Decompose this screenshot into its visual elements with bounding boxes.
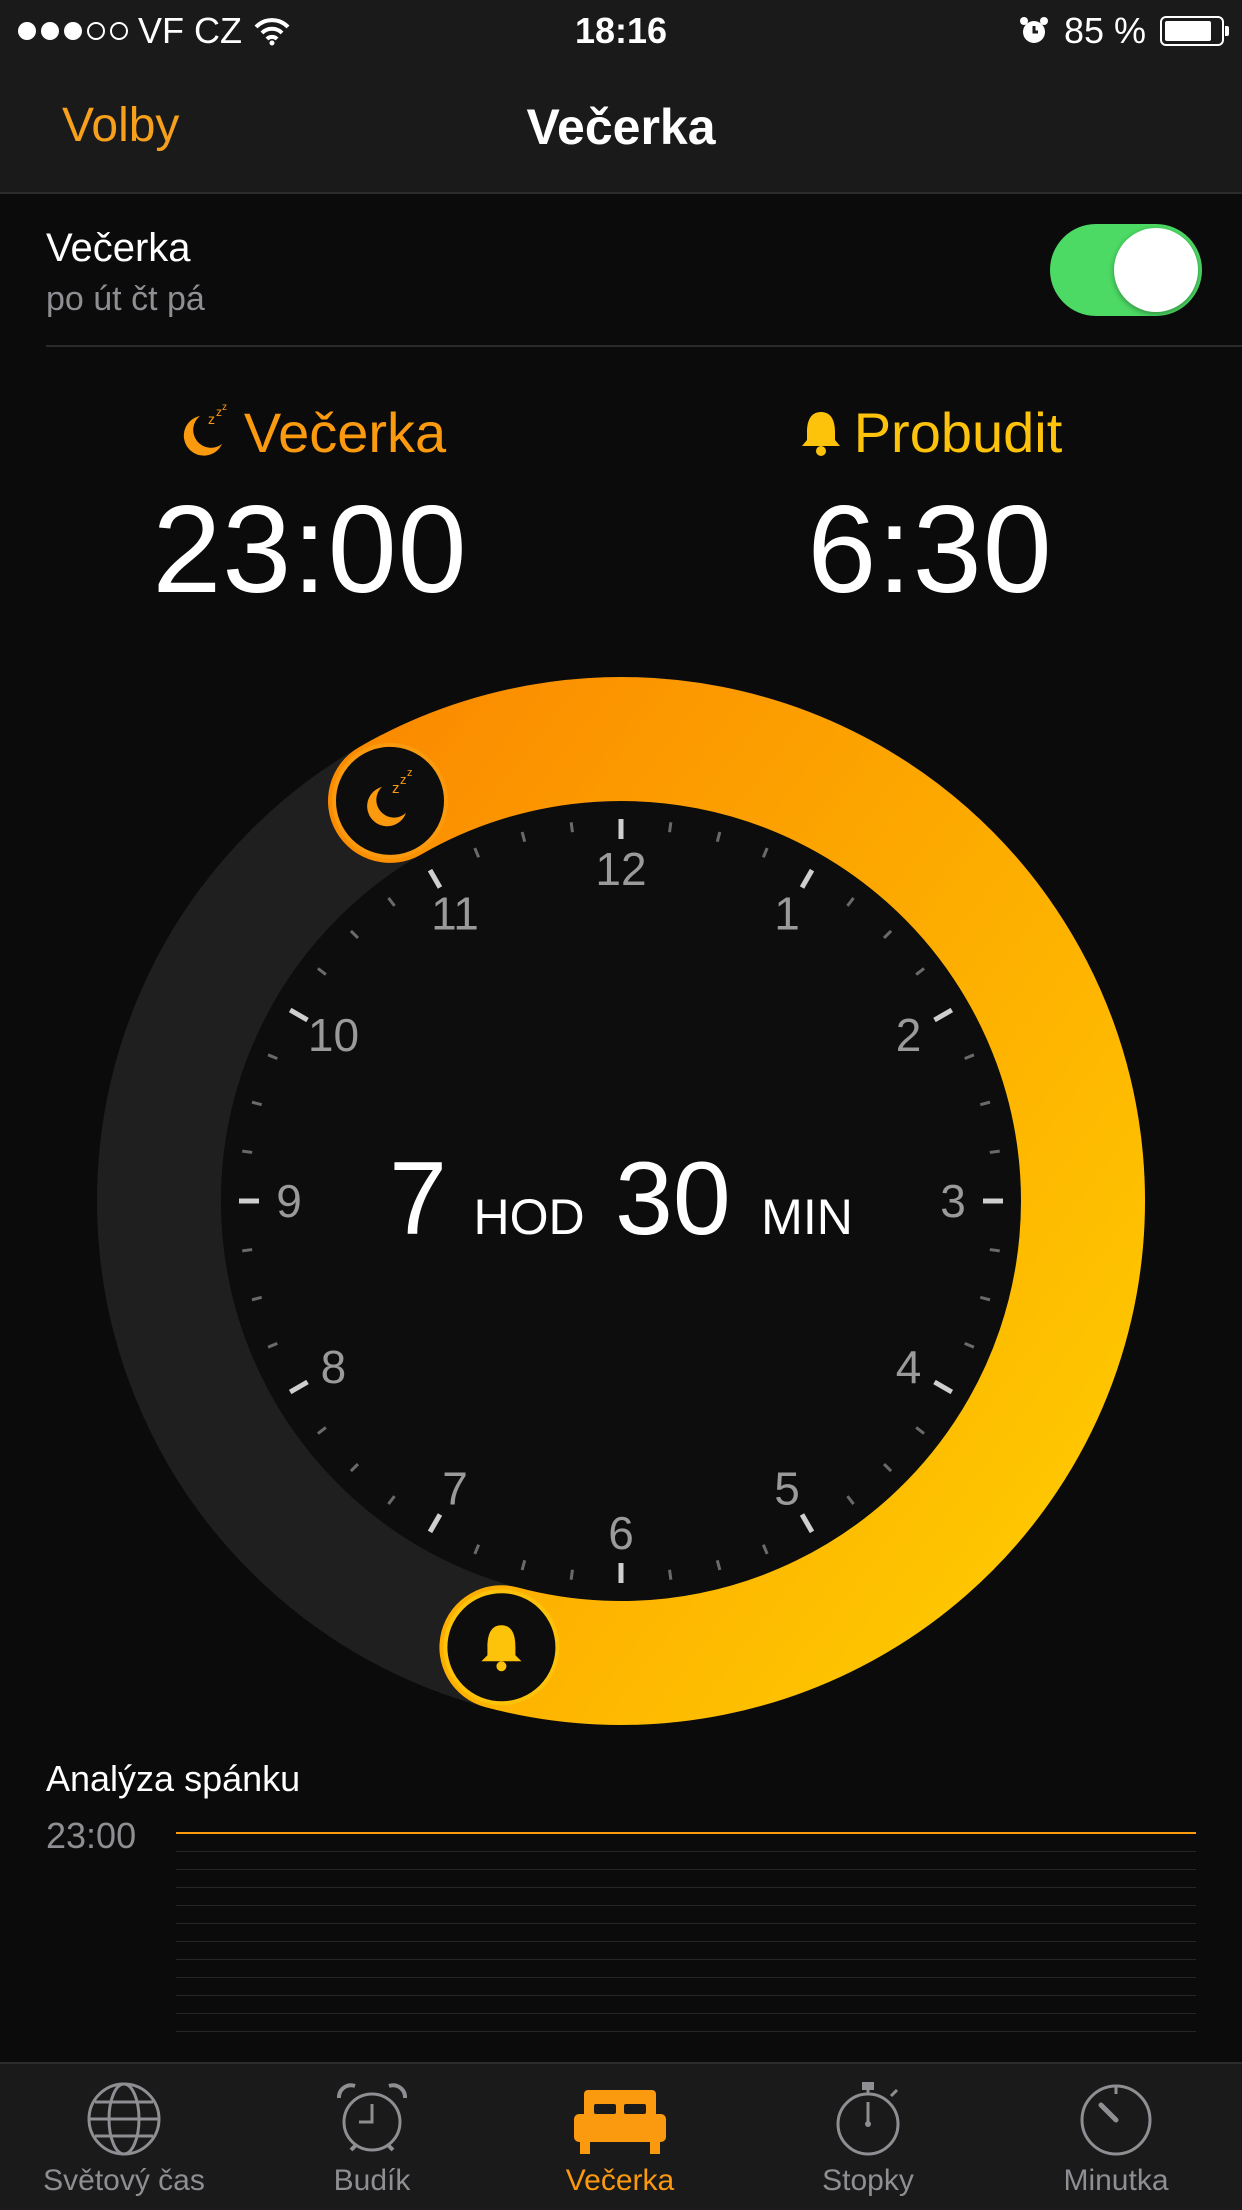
wake-summary: Probudit 6:30 bbox=[680, 400, 1180, 621]
analysis-time: 23:00 bbox=[46, 1815, 137, 1856]
navigation-bar: Volby Večerka bbox=[0, 62, 1242, 194]
dial-number: 3 bbox=[940, 1175, 966, 1227]
dial-number: 5 bbox=[774, 1463, 800, 1515]
alarm-clock-icon bbox=[337, 2083, 407, 2152]
dial-tick bbox=[569, 822, 574, 833]
dial-tick bbox=[242, 1248, 253, 1253]
dial-tick bbox=[569, 1569, 574, 1580]
tab-alarm[interactable]: Budík bbox=[248, 2080, 496, 2198]
duration-hours-unit: HOD bbox=[473, 1189, 584, 1245]
dial-number: 12 bbox=[595, 843, 646, 895]
bedtime-toggle[interactable] bbox=[1050, 224, 1202, 316]
bell-icon bbox=[801, 411, 840, 456]
dial-tick bbox=[989, 1248, 1000, 1253]
wake-label: Probudit bbox=[853, 401, 1063, 464]
duration-minutes-unit: MIN bbox=[761, 1189, 853, 1245]
tab-label: Minutka bbox=[1063, 2164, 1169, 2197]
tab-label: Světový čas bbox=[43, 2164, 205, 2197]
duration-hours: 7 bbox=[389, 1141, 447, 1257]
dial-tick bbox=[242, 1149, 253, 1154]
analysis-grid-line bbox=[176, 1995, 1196, 1996]
bedtime-handle[interactable]: z z z bbox=[332, 742, 448, 859]
tab-bar: Světový čas Budík Večerka Stopky Minutka bbox=[0, 2062, 1242, 2210]
analysis-grid-line bbox=[176, 2013, 1196, 2014]
bed-icon bbox=[574, 2090, 666, 2154]
globe-icon bbox=[87, 2082, 161, 2156]
tab-stopwatch[interactable]: Stopky bbox=[744, 2080, 992, 2198]
analysis-grid-line bbox=[176, 1941, 1196, 1942]
tab-label: Budík bbox=[333, 2164, 411, 2197]
analysis-grid-line bbox=[176, 1869, 1196, 1870]
dial-number: 4 bbox=[896, 1341, 922, 1393]
bedtime-row-title: Večerka bbox=[46, 226, 191, 270]
analysis-grid-line bbox=[176, 1923, 1196, 1924]
bedtime-label: Večerka bbox=[243, 401, 447, 464]
svg-text:z: z bbox=[208, 411, 215, 427]
tab-timer[interactable]: Minutka bbox=[992, 2080, 1240, 2198]
battery-percent: 85 % bbox=[1063, 10, 1146, 51]
bedtime-row-days: po út čt pá bbox=[46, 280, 205, 318]
dial-number: 7 bbox=[442, 1463, 468, 1515]
tab-label: Večerka bbox=[565, 2164, 675, 2197]
analysis-grid-line bbox=[176, 1905, 1196, 1906]
tab-label: Stopky bbox=[822, 2164, 914, 2197]
svg-text:z: z bbox=[222, 402, 227, 413]
bedtime-row[interactable]: Večerka po út čt pá bbox=[0, 192, 1242, 347]
tab-bedtime[interactable]: Večerka bbox=[496, 2080, 744, 2198]
analysis-grid-line bbox=[176, 2031, 1196, 2032]
wake-time: 6:30 bbox=[807, 481, 1053, 619]
dial-number: 11 bbox=[431, 887, 479, 939]
row-divider bbox=[46, 345, 1242, 347]
alarm-icon bbox=[1019, 17, 1048, 43]
status-right: 85 % bbox=[1018, 10, 1229, 52]
moon-zzz-icon: z z z bbox=[183, 402, 227, 456]
dial-tick bbox=[989, 1149, 1000, 1154]
dial-number: 1 bbox=[774, 887, 800, 939]
svg-text:z: z bbox=[392, 780, 400, 797]
duration-minutes: 30 bbox=[615, 1141, 731, 1257]
dial-tick bbox=[668, 822, 673, 833]
sleep-dial[interactable]: 121234567891011 7 HOD 30 MIN z z z bbox=[90, 670, 1152, 1732]
analysis-bedtime-line bbox=[176, 1832, 1196, 1834]
tab-world-clock[interactable]: Světový čas bbox=[0, 2080, 248, 2198]
stopwatch-icon bbox=[836, 2082, 900, 2156]
page-title: Večerka bbox=[526, 99, 716, 155]
timer-icon bbox=[1080, 2084, 1152, 2156]
status-bar: VF CZ 18:16 85 % bbox=[0, 0, 1242, 62]
dial-number: 9 bbox=[276, 1175, 302, 1227]
bedtime-time: 23:00 bbox=[152, 481, 468, 619]
wake-handle[interactable] bbox=[443, 1589, 560, 1706]
dial-tick bbox=[668, 1569, 673, 1580]
analysis-graph bbox=[176, 1832, 1196, 2032]
dial-number: 8 bbox=[321, 1341, 347, 1393]
battery-icon bbox=[1160, 16, 1229, 46]
svg-text:z: z bbox=[407, 767, 413, 779]
analysis-grid-line bbox=[176, 1887, 1196, 1888]
bedtime-summary: z z z Večerka 23:00 bbox=[60, 400, 560, 621]
dial-number: 2 bbox=[896, 1009, 922, 1061]
dial-number: 10 bbox=[308, 1009, 359, 1061]
svg-text:z: z bbox=[400, 772, 407, 787]
analysis-grid-line bbox=[176, 1977, 1196, 1978]
analysis-grid-line bbox=[176, 1959, 1196, 1960]
toggle-knob bbox=[1114, 228, 1198, 312]
analysis-title: Analýza spánku bbox=[46, 1758, 301, 1799]
dial-number: 6 bbox=[608, 1507, 634, 1559]
analysis-grid-line bbox=[176, 1851, 1196, 1852]
